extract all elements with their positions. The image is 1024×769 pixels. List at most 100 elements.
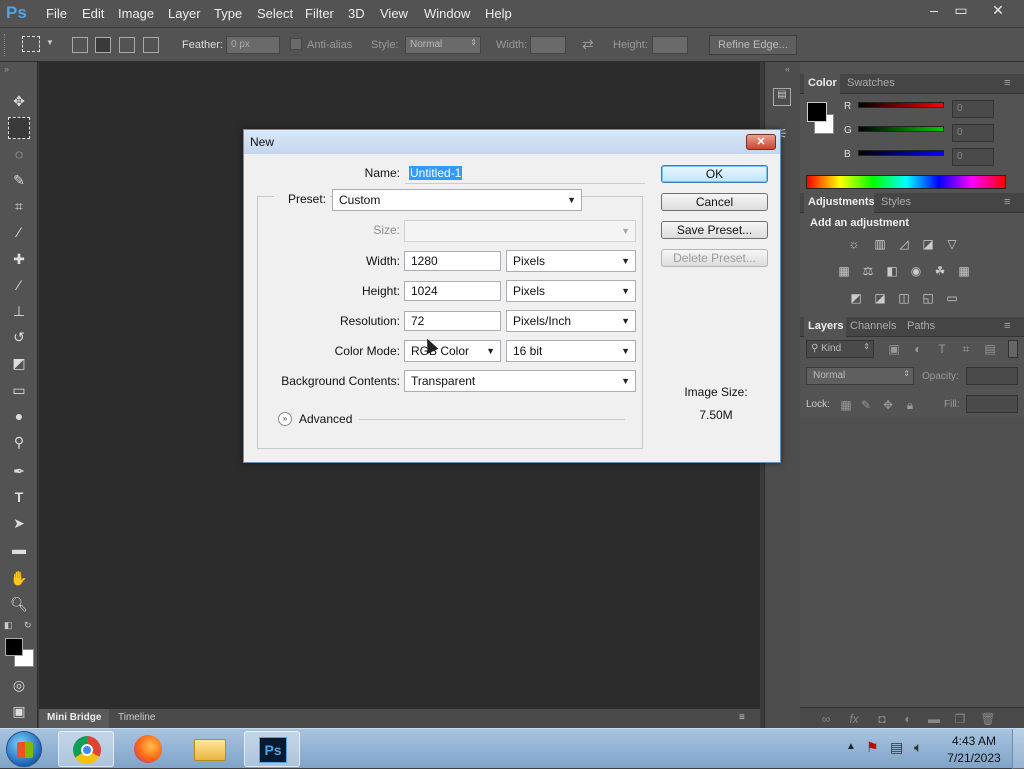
taskbar-firefox[interactable] — [120, 731, 176, 767]
menu-filter[interactable]: Filter — [305, 6, 334, 21]
advanced-toggle-icon[interactable]: » — [278, 412, 292, 426]
color-spectrum-bar[interactable] — [806, 175, 1006, 189]
advanced-label[interactable]: Advanced — [299, 412, 352, 426]
width-unit-select[interactable]: Pixels ▼ — [506, 250, 636, 272]
size-select[interactable]: ▼ — [404, 220, 636, 242]
dodge-tool-icon[interactable]: ⚲ — [8, 431, 30, 453]
blur-tool-icon[interactable]: ● — [8, 405, 30, 427]
add-to-selection-icon[interactable] — [95, 37, 111, 53]
rectangle-tool-icon[interactable]: ▬ — [8, 538, 30, 560]
green-slider[interactable] — [858, 126, 944, 132]
foreground-color-swatch[interactable] — [5, 638, 23, 656]
lock-transparent-icon[interactable]: ▦ — [838, 398, 854, 412]
swap-colors-icon[interactable]: ↻ — [24, 620, 32, 631]
close-app-button[interactable]: ✕ — [982, 0, 1014, 22]
posterize-icon[interactable]: ◪ — [872, 291, 888, 305]
start-button[interactable] — [6, 731, 42, 767]
taskbar-chrome[interactable] — [58, 731, 114, 767]
history-brush-icon[interactable]: ↺ — [8, 326, 30, 348]
layers-list[interactable] — [800, 417, 1024, 707]
healing-brush-icon[interactable]: ✚ — [8, 248, 30, 270]
menu-select[interactable]: Select — [257, 6, 293, 21]
black-white-icon[interactable]: ◧ — [884, 264, 900, 278]
layers-menu-icon[interactable]: ≡ — [1004, 320, 1010, 332]
eyedropper-icon[interactable]: ⁄ — [8, 221, 30, 243]
hue-saturation-icon[interactable]: ▦ — [836, 264, 852, 278]
crop-tool-icon[interactable]: ⌗ — [8, 195, 30, 217]
feather-input[interactable]: 0 px — [226, 36, 280, 54]
photo-filter-icon[interactable]: ◉ — [908, 264, 924, 278]
filter-type-icon[interactable]: T — [934, 342, 950, 356]
filter-toggle[interactable] — [1008, 340, 1018, 358]
brush-tool-icon[interactable]: ∕ — [8, 274, 30, 296]
height-unit-select[interactable]: Pixels ▼ — [506, 280, 636, 302]
filter-shape-icon[interactable]: ⌗ — [958, 342, 974, 356]
intersect-selection-icon[interactable] — [143, 37, 159, 53]
marquee-tool-icon[interactable] — [8, 117, 30, 139]
invert-icon[interactable]: ◩ — [848, 291, 864, 305]
resolution-input[interactable]: 72 — [404, 311, 501, 331]
new-layer-icon[interactable]: ❐ — [952, 712, 968, 726]
hand-tool-icon[interactable]: ✋ — [8, 567, 30, 589]
selective-color-icon[interactable]: ▭ — [944, 291, 960, 305]
panel-menu-icon[interactable]: ≡ — [739, 712, 745, 723]
foreground-color-chip[interactable] — [807, 102, 827, 122]
adjustments-menu-icon[interactable]: ≡ — [1004, 196, 1010, 208]
eraser-tool-icon[interactable]: ◩ — [8, 352, 30, 374]
height-input[interactable] — [652, 36, 688, 54]
color-mode-select[interactable]: RGB Color ▼ — [404, 340, 501, 362]
red-slider[interactable] — [858, 102, 944, 108]
delete-preset-button[interactable]: Delete Preset... — [661, 249, 768, 267]
clock-time[interactable]: 4:43 AM — [944, 734, 1004, 748]
antialias-checkbox[interactable] — [290, 38, 302, 50]
tab-layers[interactable]: Layers — [808, 320, 843, 332]
collapse-icon[interactable]: » — [4, 64, 9, 74]
action-center-icon[interactable]: ⚑ — [866, 739, 879, 756]
link-layers-icon[interactable]: ∞ — [818, 712, 834, 726]
color-panel-menu-icon[interactable]: ≡ — [1004, 77, 1010, 89]
color-lookup-icon[interactable]: ▦ — [956, 264, 972, 278]
tab-color[interactable]: Color — [808, 77, 837, 89]
marquee-tool-preset-icon[interactable] — [22, 36, 40, 52]
background-contents-select[interactable]: Transparent ▼ — [404, 370, 636, 392]
restore-button[interactable]: ▭ — [945, 0, 977, 22]
color-balance-icon[interactable]: ⚖ — [860, 264, 876, 278]
lock-image-icon[interactable]: ✎ — [858, 398, 874, 412]
width-input[interactable] — [530, 36, 566, 54]
add-mask-icon[interactable]: ◘ — [874, 712, 890, 726]
refine-edge-button[interactable]: Refine Edge... — [709, 35, 797, 55]
lock-position-icon[interactable]: ✥ — [880, 398, 896, 412]
opacity-input[interactable] — [966, 367, 1018, 385]
lock-all-icon[interactable]: 🔒︎ — [902, 398, 918, 412]
tab-timeline[interactable]: Timeline — [118, 712, 155, 723]
lasso-tool-icon[interactable]: ◌ — [8, 143, 30, 165]
volume-icon[interactable]: 🔈︎ — [914, 739, 922, 756]
threshold-icon[interactable]: ◫ — [896, 291, 912, 305]
show-hidden-icons[interactable]: ▲ — [846, 741, 856, 752]
subtract-selection-icon[interactable] — [119, 37, 135, 53]
name-input[interactable]: Untitled-1 — [405, 164, 645, 184]
tab-paths[interactable]: Paths — [907, 320, 935, 332]
chevron-down-icon[interactable]: ▼ — [46, 38, 54, 47]
taskbar-photoshop[interactable]: Ps — [244, 731, 300, 767]
new-group-icon[interactable]: ▬ — [926, 712, 942, 726]
menu-type[interactable]: Type — [214, 6, 242, 21]
save-preset-button[interactable]: Save Preset... — [661, 221, 768, 239]
stamp-tool-icon[interactable]: ⊥ — [8, 300, 30, 322]
tab-styles[interactable]: Styles — [881, 196, 911, 208]
delete-layer-icon[interactable]: 🗑︎ — [980, 712, 996, 726]
curves-icon[interactable]: ◿ — [896, 237, 912, 251]
fill-input[interactable] — [966, 395, 1018, 413]
menu-view[interactable]: View — [380, 6, 408, 21]
gradient-tool-icon[interactable]: ▭ — [8, 379, 30, 401]
exposure-icon[interactable]: ◪ — [920, 237, 936, 251]
clock-date[interactable]: 7/21/2023 — [944, 751, 1004, 765]
blend-mode-select[interactable]: Normal ⇕ — [806, 367, 914, 385]
gradient-map-icon[interactable]: ◱ — [920, 291, 936, 305]
type-tool-icon[interactable]: T — [8, 486, 30, 508]
new-adjustment-icon[interactable]: ◐ — [900, 712, 916, 726]
move-tool-icon[interactable]: ✥ — [8, 90, 30, 112]
red-value[interactable]: 0 — [952, 100, 994, 118]
history-panel-icon[interactable]: ▤ — [773, 88, 791, 106]
menu-edit[interactable]: Edit — [82, 6, 104, 21]
